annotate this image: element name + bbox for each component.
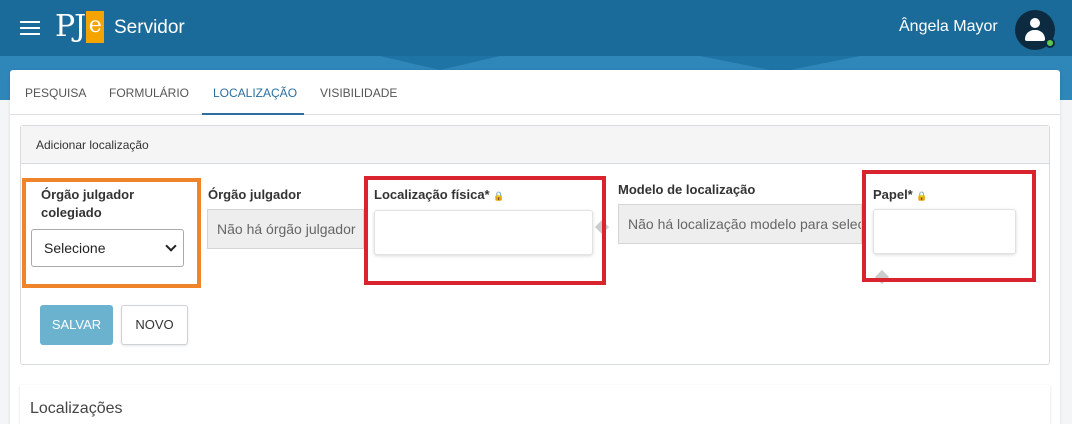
- panel-title: Adicionar localização: [21, 126, 1049, 164]
- locations-list-card: Localizações: [20, 385, 1050, 424]
- papel-label-text: Papel*: [873, 187, 913, 202]
- lock-icon: 🔒: [916, 191, 928, 201]
- papel-input[interactable]: [873, 209, 1016, 254]
- user-name[interactable]: Ângela Mayor: [899, 18, 998, 36]
- orgao-colegiado-label: Órgão julgador colegiado: [41, 187, 135, 220]
- save-button[interactable]: SALVAR: [40, 305, 113, 345]
- localizacao-fisica-label: Localização física* 🔒: [374, 186, 504, 205]
- modelo-localizacao-field: Não há localização modelo para selec: [618, 204, 862, 244]
- orgao-julgador-label: Órgão julgador: [208, 187, 302, 202]
- localizacao-fisica-label-text: Localização física*: [374, 187, 490, 202]
- locations-list-title: Localizações: [30, 400, 123, 417]
- chevron-down-icon: [165, 240, 177, 252]
- new-button[interactable]: NOVO: [121, 305, 188, 345]
- orgao-julgador-field: Não há órgão julgador: [207, 209, 364, 249]
- app-title: Servidor: [114, 17, 185, 38]
- tab-pesquisa[interactable]: PESQUISA: [25, 86, 86, 100]
- user-avatar-icon[interactable]: [1015, 10, 1055, 50]
- localizacao-fisica-input[interactable]: [374, 210, 593, 255]
- pje-logo: PJ e: [55, 9, 105, 44]
- online-status-icon: [1045, 38, 1055, 48]
- logo-accent: e: [86, 11, 105, 43]
- band-decoration: [380, 56, 500, 70]
- select-value: Selecione: [44, 240, 106, 256]
- tab-bar: PESQUISA FORMULÁRIO LOCALIZAÇÃO VISIBILI…: [10, 70, 1060, 115]
- logo-text: PJ: [55, 9, 86, 44]
- tab-localizacao[interactable]: LOCALIZAÇÃO: [213, 86, 297, 100]
- tab-visibilidade[interactable]: VISIBILIDADE: [320, 86, 397, 100]
- modelo-localizacao-label: Modelo de localização: [618, 182, 756, 197]
- orgao-colegiado-select[interactable]: Selecione: [31, 229, 184, 267]
- lock-icon: 🔒: [493, 191, 505, 201]
- tab-formulario[interactable]: FORMULÁRIO: [109, 86, 189, 100]
- active-tab-indicator: [202, 113, 304, 115]
- menu-icon[interactable]: [20, 18, 40, 36]
- papel-label: Papel* 🔒: [873, 186, 928, 205]
